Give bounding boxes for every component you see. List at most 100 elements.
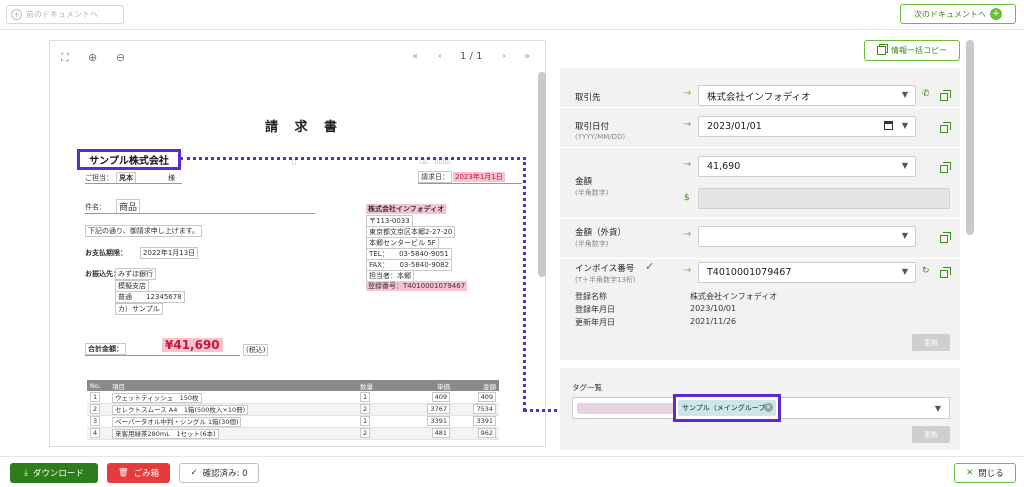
calendar-icon[interactable]: [884, 121, 893, 130]
line-items-table: No. 項目 数量 単価 金額 1 ウェットティッシュ 150枚 1 409 4…: [87, 380, 499, 440]
confirmed-label: 確認済み: 0: [202, 469, 248, 479]
amount-sub: (半角数字): [575, 189, 609, 197]
row-item: ウェットティッシュ 150枚: [112, 392, 202, 403]
chevron-down-icon: ▼: [934, 404, 941, 413]
date-input[interactable]: 2023/01/01 ▼: [698, 116, 916, 137]
table-row: 3 ペーパータオル中判・シングル 1箱(30個) 1 3391 3391: [87, 415, 499, 428]
contact-label: ご担当：: [85, 174, 113, 182]
tag-highlight: サンプル（メイングループ） ✕: [673, 394, 781, 422]
total-label: 合計金額：: [85, 343, 126, 355]
amount-converted-input: [698, 188, 950, 209]
amount-select[interactable]: 41,690 ▼: [698, 156, 916, 177]
copy-icon[interactable]: [940, 267, 951, 278]
tags-label: タグ一覧: [572, 383, 602, 392]
row-item: ペーパータオル中判・シングル 1箱(30個): [112, 417, 242, 427]
fields-panel: 取引先 → 株式会社インフォディオ ▼ ✆ 取引日付 (YYYY/MM/DD) …: [560, 68, 960, 360]
viewer-scrollbar[interactable]: [538, 72, 546, 277]
tag-chip-label: サンプル（メイングループ）: [682, 404, 773, 412]
due-date: 2022年1月13日: [140, 247, 199, 259]
row-price: 481: [431, 428, 450, 438]
trash-button[interactable]: 🗑 ごみ箱: [107, 463, 170, 483]
apply-arrow-icon[interactable]: →: [683, 88, 691, 99]
chevron-down-icon: ▼: [901, 161, 908, 170]
update-tags-button[interactable]: 更新: [912, 426, 950, 443]
partner-value: 株式会社インフォディオ: [707, 91, 811, 103]
apply-arrow-icon[interactable]: →: [683, 119, 691, 130]
close-label: 閉じる: [978, 469, 1004, 479]
chevron-down-icon: ▼: [901, 267, 908, 276]
trash-icon: 🗑: [117, 468, 129, 478]
plus-circle-icon: +: [990, 8, 1002, 20]
refresh-icon[interactable]: ↻: [922, 266, 930, 276]
customer-name-highlight: サンプル株式会社: [77, 149, 181, 170]
table-row: 2 セレクトスムース A4 1箱(500枚入×10冊) 2 3767 7534: [87, 403, 499, 416]
next-document-label: 次のドキュメントへ: [914, 9, 986, 19]
upd-date-label: 更新年月日: [575, 318, 615, 327]
panel-scrollbar[interactable]: [966, 40, 974, 235]
reg-name-value: 株式会社インフォディオ: [690, 292, 778, 301]
row-price: 3391: [427, 416, 450, 426]
reg-date-value: 2023/10/01: [690, 304, 737, 313]
bank-line-1: みずほ銀行: [115, 268, 156, 280]
invoice-number-select[interactable]: T4010001079467 ▼: [698, 262, 916, 283]
due-label: お支払期限：: [85, 249, 127, 257]
partner-row: 取引先 → 株式会社インフォディオ ▼ ✆: [560, 68, 960, 108]
prev-document-button[interactable]: + 前のドキュメントへ: [6, 5, 124, 24]
row-price: 409: [431, 391, 450, 402]
bank-line-4: カ）サンプル: [115, 303, 163, 315]
upd-date-value: 2021/11/26: [690, 317, 737, 326]
apply-arrow-icon[interactable]: →: [683, 159, 691, 170]
honorific: 様: [168, 174, 175, 182]
col-item: 項目: [109, 380, 357, 391]
row-qty: 1: [360, 416, 371, 426]
download-label: ダウンロード: [32, 469, 84, 479]
copy-icon: [877, 46, 886, 55]
row-price: 3767: [427, 404, 450, 414]
row-item: 来客用緑茶280mL 1セット(6本): [112, 429, 219, 439]
invoice-page: 請 求 書 サンプル株式会社 ▯ ▯▯ ▯▯▯▯ ご担当： 見本 様 請求日： …: [50, 41, 545, 446]
phone-icon[interactable]: ✆: [922, 89, 930, 99]
close-button[interactable]: ✕ 閉じる: [954, 463, 1016, 483]
invoice-number-sub: (T＋半角数字13桁): [575, 276, 636, 284]
invoice-number-row: インボイス番号 ✓ (T＋半角数字13桁) → T4010001079467 ▼…: [560, 259, 960, 360]
col-qty: 数量: [357, 380, 407, 391]
copy-icon[interactable]: [940, 232, 951, 243]
issuer-name: 株式会社インフォディオ: [366, 204, 447, 214]
table-row: 1 ウェットティッシュ 150枚 1 409 409: [87, 391, 499, 404]
tag-chip[interactable]: サンプル（メイングループ） ✕: [678, 400, 776, 416]
date-value: 2023/01/01: [707, 121, 762, 132]
copy-all-info-button[interactable]: 情報一括コピー: [864, 40, 960, 61]
col-amount: 金額: [453, 380, 499, 391]
currency-convert-icon[interactable]: $: [684, 193, 690, 203]
table-row: 4 来客用緑茶280mL 1セット(6本) 2 481 962: [87, 427, 499, 440]
partner-select[interactable]: 株式会社インフォディオ ▼: [698, 85, 916, 106]
reg-date-label: 登録年月日: [575, 305, 615, 314]
check-icon: ✓: [645, 260, 655, 273]
update-fields-button[interactable]: 更新: [912, 334, 950, 351]
copy-icon[interactable]: [940, 90, 951, 101]
col-price: 単価: [407, 380, 453, 391]
partner-label: 取引先: [575, 93, 601, 103]
foreign-amount-select[interactable]: ▼: [698, 226, 916, 247]
row-qty: 1: [360, 391, 371, 402]
apply-arrow-icon[interactable]: →: [683, 265, 691, 276]
reg-name-label: 登録名称: [575, 292, 607, 301]
top-bar: + 前のドキュメントへ 次のドキュメントへ +: [0, 0, 1024, 30]
invoice-date-label: 請求日：: [418, 171, 452, 183]
amount-label: 金額: [575, 177, 593, 187]
amount-row: 金額 (半角数字) → 41,690 ▼ $: [560, 148, 960, 219]
row-no: 3: [90, 416, 101, 426]
download-button[interactable]: ⤓ ダウンロード: [10, 463, 98, 483]
tag-chip-blurred[interactable]: [577, 403, 685, 414]
close-icon[interactable]: ✕: [764, 403, 773, 412]
chevron-down-icon: ▼: [901, 121, 908, 130]
next-document-button[interactable]: 次のドキュメントへ +: [900, 4, 1016, 24]
document-viewer: ⛶ ⊕ ⊖ « ‹ 1 / 1 › » 請 求 書 サンプル株式会社 ▯ ▯▯ …: [49, 40, 546, 447]
bank-line-3: 普通 12345678: [115, 291, 185, 303]
confirmed-button[interactable]: ✓ 確認済み: 0: [179, 463, 259, 483]
customer-name: サンプル株式会社: [89, 156, 169, 167]
row-no: 1: [90, 391, 101, 402]
apply-arrow-icon[interactable]: →: [683, 229, 691, 240]
copy-icon[interactable]: [940, 162, 951, 173]
copy-icon[interactable]: [940, 122, 951, 133]
